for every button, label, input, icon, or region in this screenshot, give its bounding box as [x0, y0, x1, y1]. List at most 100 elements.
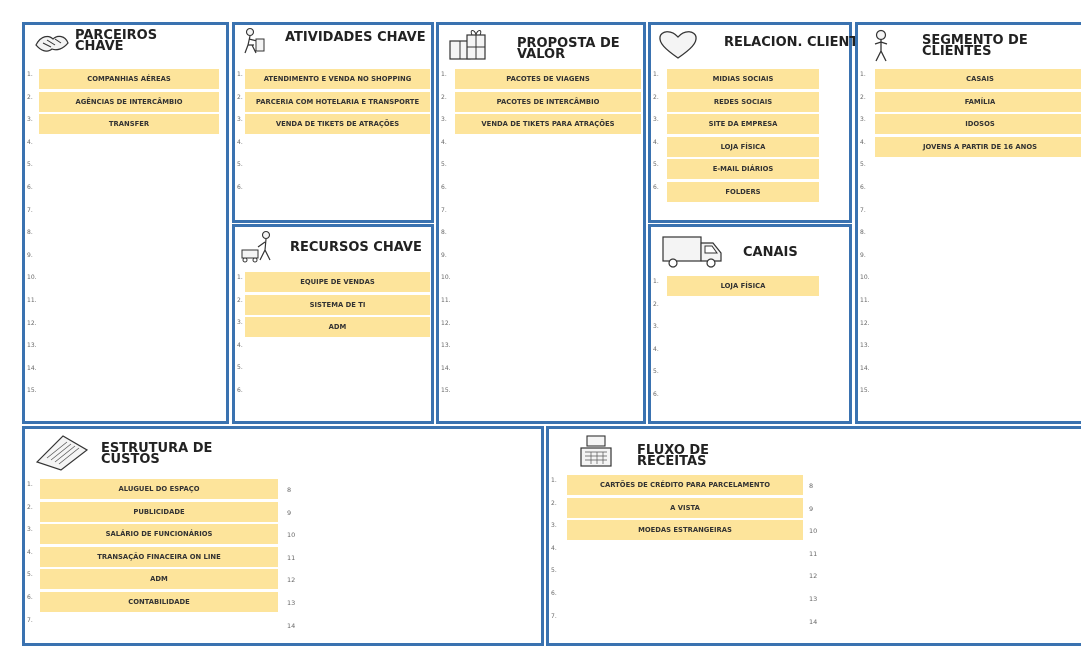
right-number: 8: [287, 486, 292, 494]
item-list: 1. MIDIAS SOCIAIS 2. REDES SOCIAIS 3. SITE …: [651, 69, 849, 205]
truck-icon: [661, 231, 725, 274]
item-cell: IDOSOS: [875, 114, 1081, 135]
panel-title: ATIVIDADES CHAVE: [285, 30, 426, 45]
item-number: 1.: [27, 71, 33, 78]
list-item: 14.: [25, 363, 226, 386]
list-item: 5.: [25, 159, 226, 182]
item-number: 7.: [27, 616, 33, 624]
item-number: 3.: [441, 116, 447, 124]
item-number: 3.: [27, 526, 33, 534]
list-item: 4.: [235, 340, 431, 363]
item-number: 11.: [860, 296, 870, 304]
list-item: 3. IDOSOS: [858, 114, 1081, 137]
list-item: 1. PACOTES DE VIAGENS: [439, 69, 643, 92]
list-item: 7.: [439, 205, 643, 228]
item-cell: SITE DA EMPRESA: [667, 114, 819, 135]
list-item: 10.: [439, 272, 643, 295]
panel-canais: CANAIS 1. LOJA FÍSICA 2. 3. 4. 5. 6.: [648, 224, 852, 424]
panel-title: RECURSOS CHAVE: [290, 240, 422, 255]
panel-parceiros-chave: PARCEIROS CHAVE 1. COMPANHIAS AÉREAS 2. AG…: [22, 22, 229, 424]
item-number: 2.: [27, 93, 33, 101]
panel-title: SEGMENTO DE CLIENTES: [922, 34, 1028, 58]
list-item: 7.: [25, 205, 226, 228]
item-number: 4.: [441, 138, 447, 146]
panel-title: ESTRUTURA DE CUSTOS: [101, 442, 212, 466]
list-item: 7. 14: [549, 611, 1081, 634]
item-number: 2.: [237, 93, 243, 101]
right-number: 8: [809, 482, 814, 490]
item-number: 12.: [860, 319, 870, 327]
list-item: 2. SISTEMA DE TI: [235, 294, 431, 318]
item-number: 1.: [237, 274, 243, 281]
item-number: 4.: [653, 345, 659, 353]
item-number: 5.: [653, 368, 659, 376]
item-cell: PUBLICIDADE: [40, 501, 278, 522]
right-number: 9: [287, 508, 292, 517]
list-item: 5. E-MAIL DIÁRIOS: [651, 159, 849, 182]
right-number: 11: [287, 553, 296, 562]
item-cell: TRANSFER: [39, 114, 219, 135]
item-cell: CONTABILIDADE: [40, 591, 278, 612]
panel-title: PROPOSTA DE VALOR: [517, 37, 620, 61]
list-item: 5. ADM 12: [25, 569, 541, 592]
item-cell: JOVENS A PARTIR DE 16 ANOS: [875, 136, 1081, 157]
item-number: 4.: [27, 138, 33, 146]
list-item: 2. FAMÍLIA: [858, 91, 1081, 115]
gift-boxes-icon: [447, 27, 493, 68]
item-number: 7.: [860, 206, 866, 214]
list-item: 3. SITE DA EMPRESA: [651, 114, 849, 137]
list-item: 6.: [858, 182, 1081, 205]
item-list: 1. LOJA FÍSICA 2. 3. 4. 5. 6.: [651, 276, 849, 412]
item-cell: FAMÍLIA: [875, 91, 1081, 112]
item-list: 1. PACOTES DE VIAGENS 2. PACOTES DE INTERC…: [439, 69, 643, 408]
item-cell: VENDA DE TIKETS DE ATRAÇÕES: [245, 114, 430, 135]
item-number: 1.: [27, 481, 33, 488]
list-item: 4. TRANSAÇÃO FINACEIRA ON LINE 11: [25, 546, 541, 570]
list-item: 15.: [25, 385, 226, 408]
item-number: 2.: [441, 93, 447, 101]
item-cell: SISTEMA DE TI: [245, 294, 430, 315]
item-cell: REDES SOCIAIS: [667, 91, 819, 112]
item-number: 2.: [653, 300, 659, 308]
item-number: 5.: [237, 161, 243, 169]
list-item: 1. CARTÕES DE CRÉDITO PARA PARCELAMENTO 8: [549, 475, 1081, 498]
item-number: 1.: [653, 71, 659, 78]
item-list: 1. ATENDIMENTO E VENDA NO SHOPPING 2. PARC…: [235, 69, 431, 205]
right-number: 14: [809, 617, 818, 626]
panel-estrutura-de-custos: ESTRUTURA DE CUSTOS 1. ALUGUEL DO ESPAÇO 8…: [22, 426, 544, 646]
item-number: 10.: [441, 274, 451, 282]
item-number: 2.: [653, 93, 659, 101]
item-number: 15.: [441, 387, 451, 395]
item-cell: ADM: [40, 569, 278, 590]
right-number: 12: [809, 572, 818, 581]
item-number: 5.: [551, 567, 557, 575]
cash-register-icon: [577, 432, 617, 475]
item-number: 2.: [551, 499, 557, 507]
item-number: 14.: [441, 364, 451, 372]
list-item: 2. PUBLICIDADE 9: [25, 501, 541, 525]
right-number: 13: [809, 594, 818, 603]
item-number: 8.: [860, 229, 866, 237]
item-list: 1. COMPANHIAS AÉREAS 2. AGÊNCIAS DE INTERC…: [25, 69, 226, 408]
item-number: 3.: [653, 116, 659, 124]
list-item: 8.: [858, 227, 1081, 250]
list-item: 15.: [858, 385, 1081, 408]
item-number: 3.: [653, 323, 659, 331]
item-number: 6.: [27, 593, 33, 601]
item-number: 4.: [237, 138, 243, 146]
list-item: 6. 13: [549, 588, 1081, 611]
item-cell: AGÊNCIAS DE INTERCÂMBIO: [39, 91, 219, 112]
item-number: 1.: [237, 71, 243, 78]
item-number: 13.: [441, 342, 451, 350]
list-item: 12.: [858, 318, 1081, 341]
item-cell: COMPANHIAS AÉREAS: [39, 69, 219, 89]
panel-title: CANAIS: [743, 245, 798, 260]
item-cell: ADM: [245, 317, 430, 338]
item-number: 3.: [237, 319, 243, 327]
list-item: 7.: [858, 205, 1081, 228]
title-line-2: RECEITAS: [637, 454, 707, 469]
item-number: 5.: [27, 571, 33, 579]
item-number: 1.: [441, 71, 447, 78]
list-item: 2. PACOTES DE INTERCÂMBIO: [439, 91, 643, 115]
item-number: 9.: [860, 251, 866, 259]
